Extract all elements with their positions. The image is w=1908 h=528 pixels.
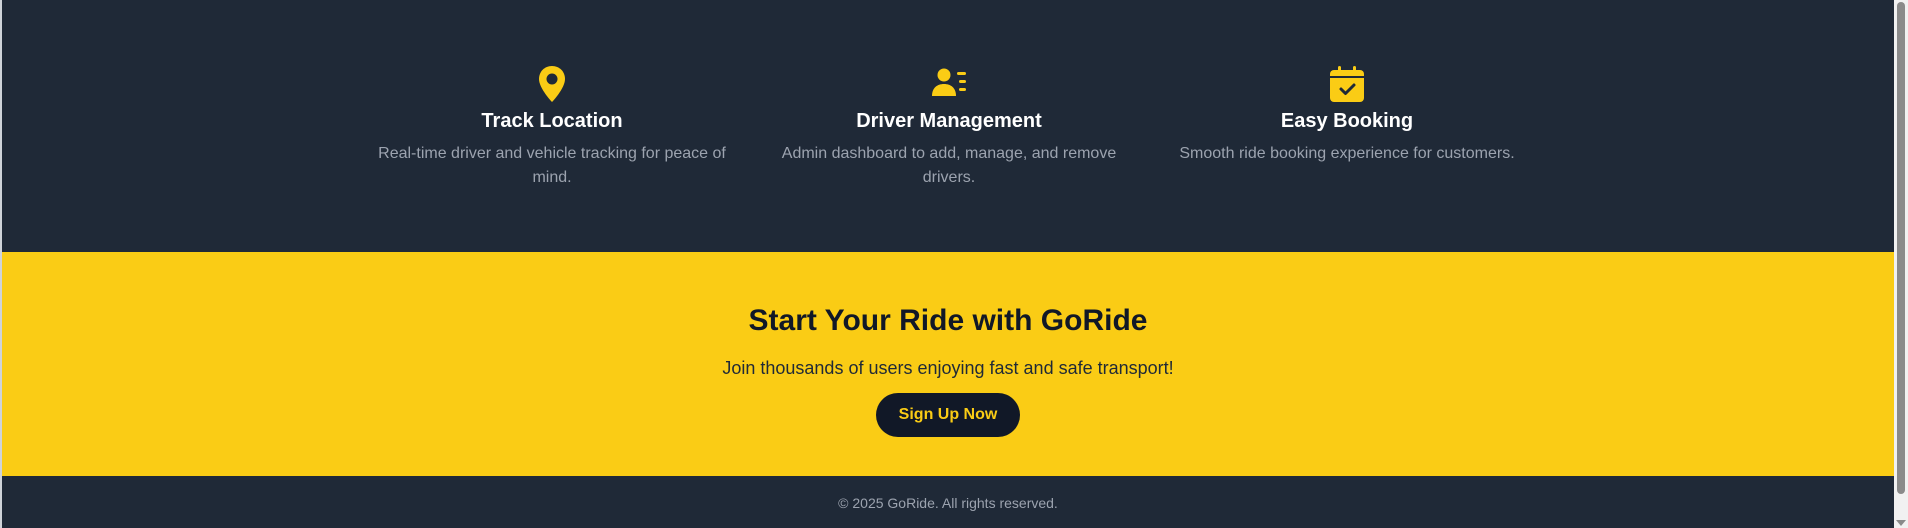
- feature-card-easy-booking: Easy Booking Smooth ride booking experie…: [1167, 64, 1527, 166]
- location-pin-icon: [532, 64, 572, 104]
- footer: © 2025 GoRide. All rights reserved.: [2, 476, 1894, 528]
- vertical-scrollbar[interactable]: [1894, 0, 1908, 528]
- cta-heading: Start Your Ride with GoRide: [748, 304, 1148, 337]
- cta-section: Start Your Ride with GoRide Join thousan…: [2, 252, 1894, 476]
- calendar-check-icon: [1327, 64, 1367, 104]
- feature-description: Smooth ride booking experience for custo…: [1179, 145, 1515, 162]
- page: Track Location Real-time driver and vehi…: [2, 0, 1894, 528]
- feature-title: Driver Management: [856, 110, 1042, 132]
- feature-card-driver-management: Driver Management Admin dashboard to add…: [769, 64, 1129, 190]
- scroll-down-arrow-icon[interactable]: [1896, 520, 1906, 526]
- feature-description: Admin dashboard to add, manage, and remo…: [781, 145, 1117, 186]
- copyright-text: © 2025 GoRide. All rights reserved.: [838, 495, 1058, 511]
- cta-subtext: Join thousands of users enjoying fast an…: [722, 358, 1174, 378]
- feature-title: Track Location: [481, 110, 623, 132]
- features-section: Track Location Real-time driver and vehi…: [2, 0, 1894, 252]
- sign-up-button[interactable]: Sign Up Now: [876, 393, 1020, 437]
- feature-title: Easy Booking: [1280, 110, 1414, 132]
- driver-list-icon: [929, 64, 969, 104]
- feature-card-track-location: Track Location Real-time driver and vehi…: [372, 64, 732, 190]
- feature-description: Real-time driver and vehicle tracking fo…: [378, 145, 726, 186]
- scrollbar-thumb[interactable]: [1897, 2, 1905, 494]
